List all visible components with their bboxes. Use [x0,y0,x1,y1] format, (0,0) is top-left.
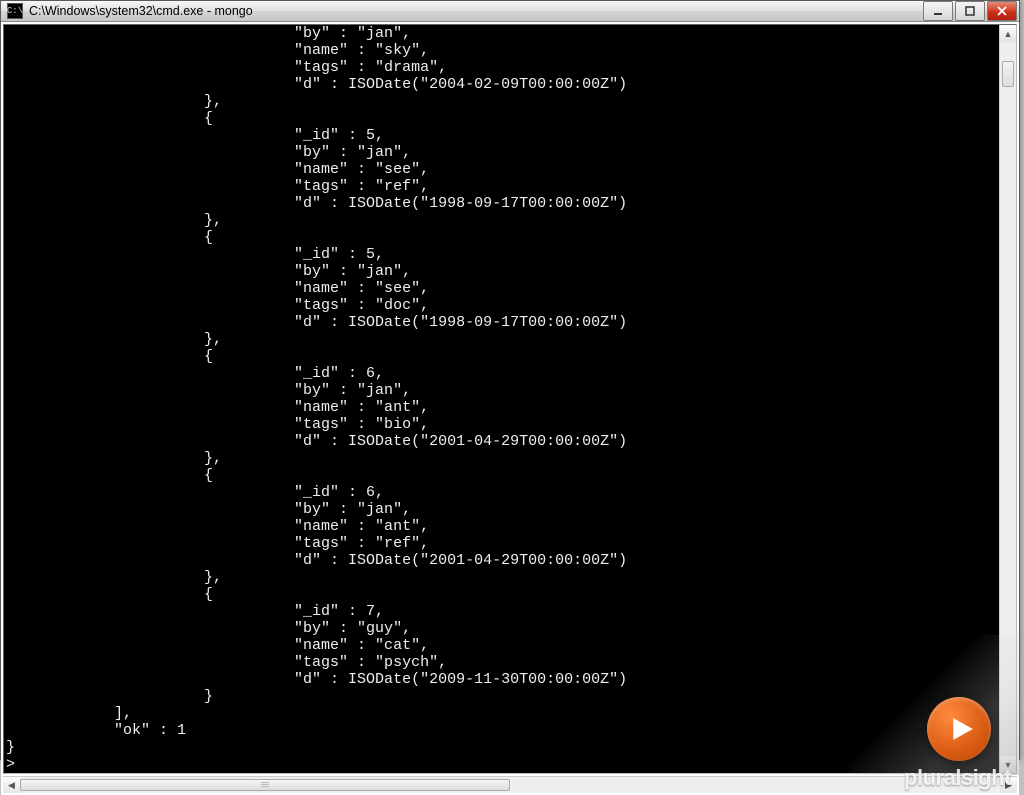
scroll-down-arrow[interactable]: ▼ [1000,756,1016,773]
scroll-up-arrow[interactable]: ▲ [1000,25,1016,42]
scroll-left-arrow[interactable]: ◀ [3,777,20,793]
horizontal-scroll-track[interactable] [20,777,1000,793]
cmd-icon: C:\ [7,3,23,19]
maximize-button[interactable] [955,1,985,21]
cmd-window: C:\ C:\Windows\system32\cmd.exe - mongo … [0,0,1020,760]
client-area: "by" : "jan", "name" : "sky", "tags" : "… [1,22,1019,795]
terminal-output[interactable]: "by" : "jan", "name" : "sky", "tags" : "… [4,25,999,773]
close-button[interactable] [987,1,1017,21]
horizontal-scrollbar[interactable]: ◀ ▶ [3,776,1017,793]
terminal-container: "by" : "jan", "name" : "sky", "tags" : "… [3,24,1017,774]
play-icon [949,716,975,742]
horizontal-scroll-thumb[interactable] [20,779,510,791]
scroll-right-arrow[interactable]: ▶ [1000,777,1017,793]
window-title: C:\Windows\system32\cmd.exe - mongo [29,4,921,18]
vertical-scroll-thumb[interactable] [1002,61,1014,87]
play-button[interactable] [927,697,991,761]
window-buttons [921,1,1017,21]
minimize-button[interactable] [923,1,953,21]
vertical-scrollbar[interactable]: ▲ ▼ [999,25,1016,773]
titlebar[interactable]: C:\ C:\Windows\system32\cmd.exe - mongo [1,1,1019,22]
